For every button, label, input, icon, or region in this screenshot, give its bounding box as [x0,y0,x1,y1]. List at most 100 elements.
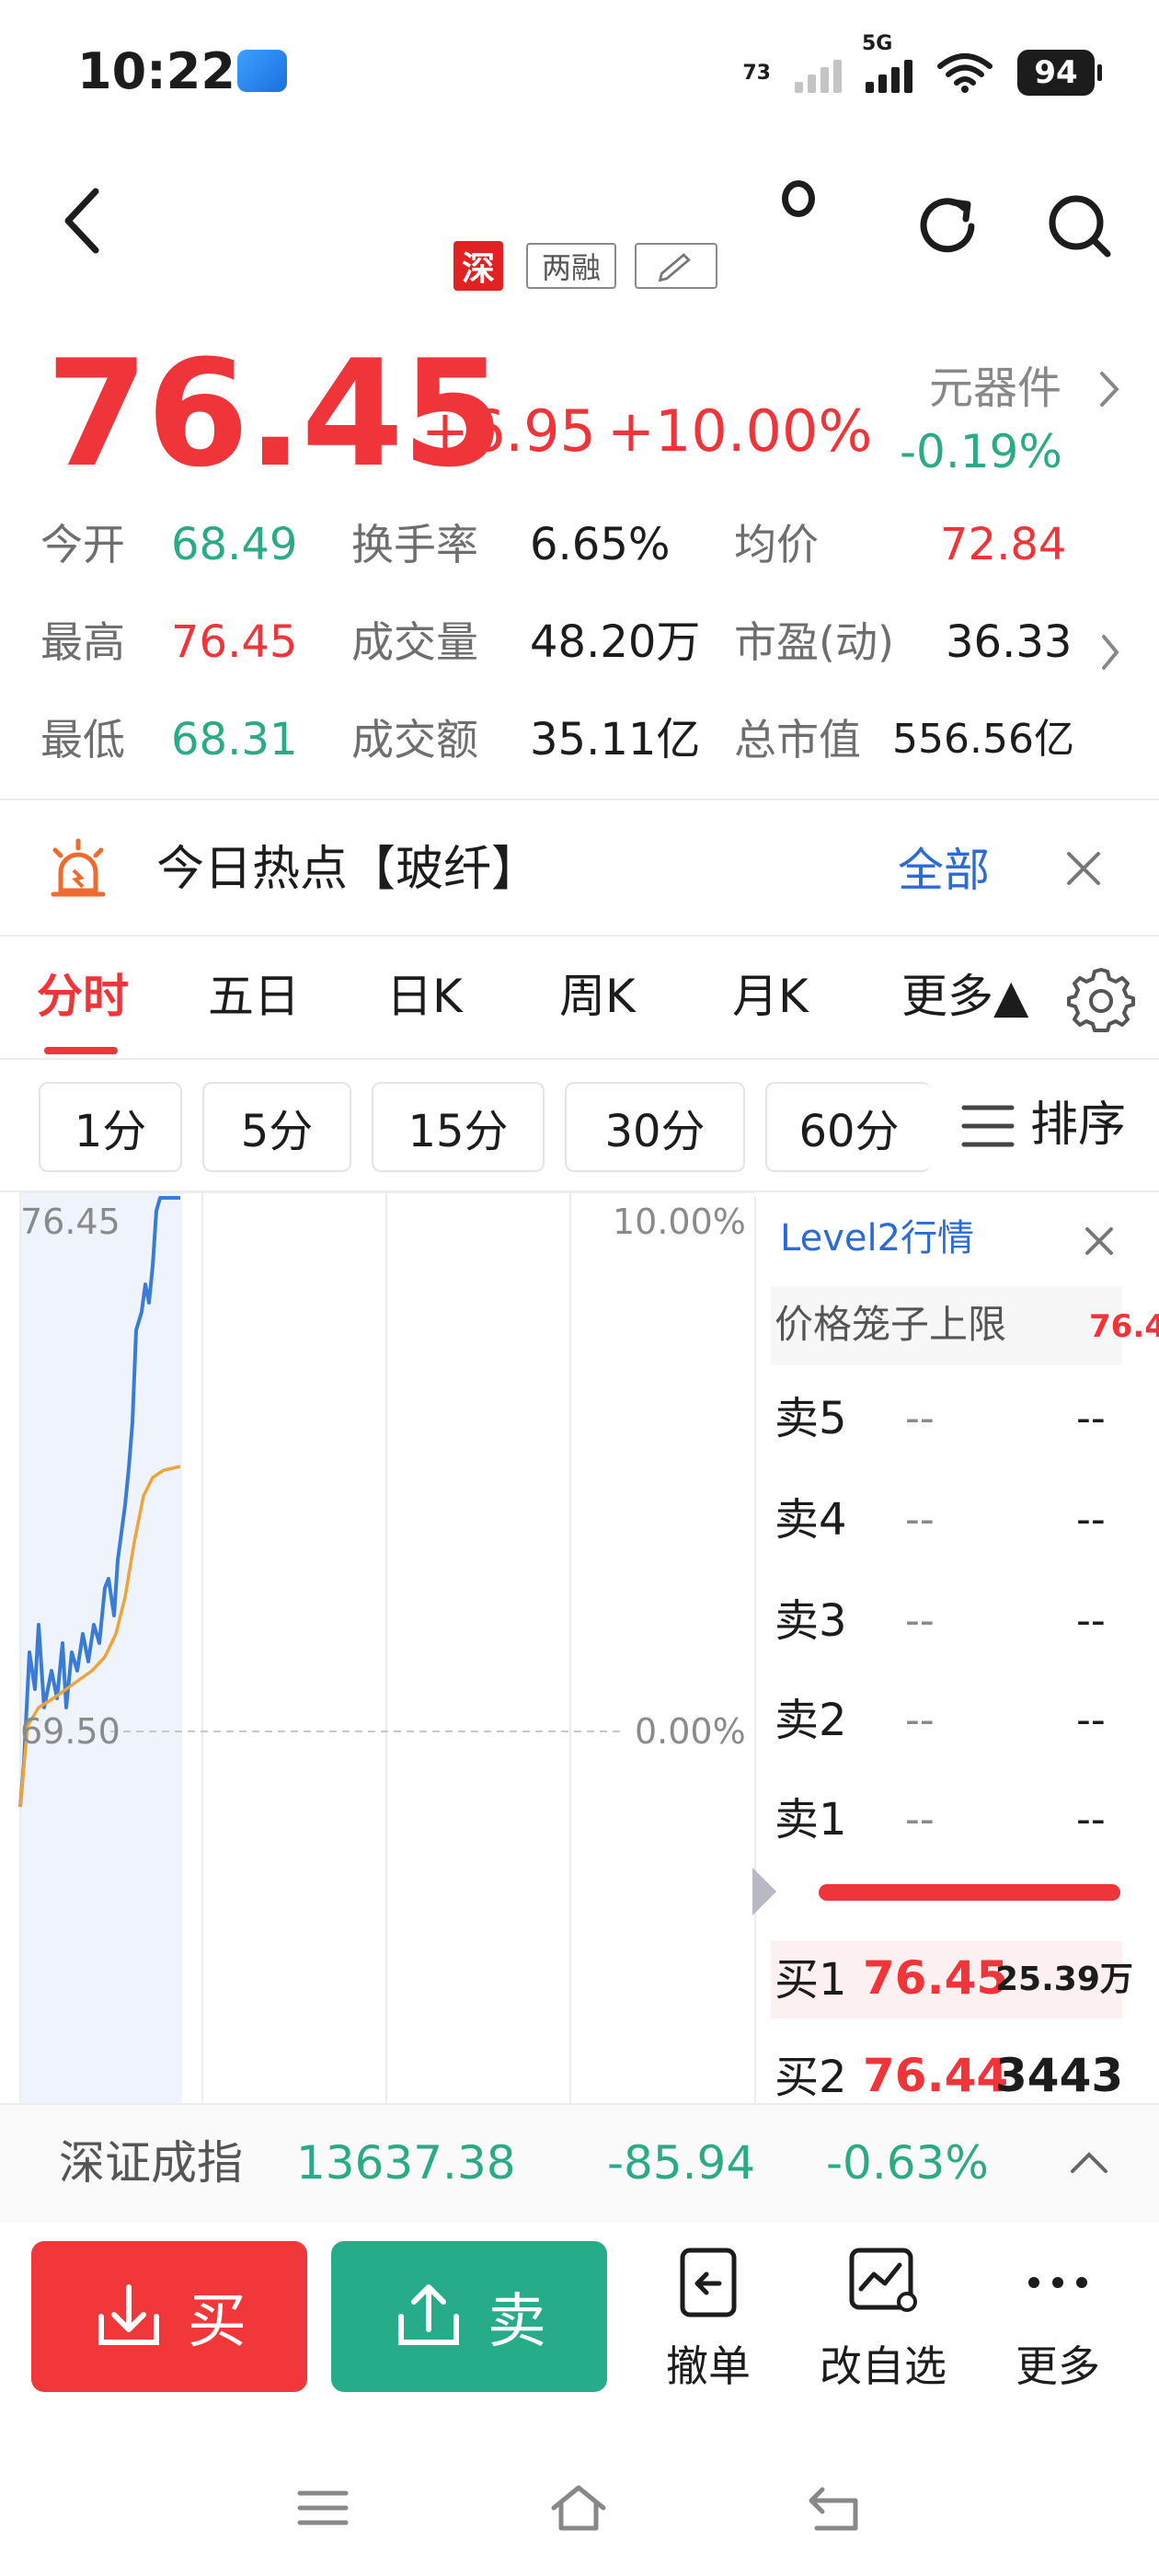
cancel-order-label: 撤单 [666,2341,751,2391]
ask-5-volume: -- [1076,1395,1106,1442]
back-icon[interactable] [55,184,110,258]
ask-3-price: -- [905,1597,935,1644]
ask-5-price: -- [905,1395,935,1442]
chart-axis-price-mid: 69.50 [20,1711,120,1752]
active-tab-indicator [44,1047,118,1054]
bid-2-price: 76.44 [863,2049,1009,2102]
header-indicator-icon [782,180,815,217]
more-dots-icon [1028,2277,1087,2288]
bid-2-volume: 3443 [995,2049,1124,2102]
avg-price-label: 均价 [734,520,819,569]
sort-button[interactable]: 排序 [1030,1095,1126,1156]
close-icon[interactable] [1084,1225,1115,1257]
interval-60min-button[interactable]: 60分 [765,1082,931,1172]
ask-2-price: -- [905,1696,935,1743]
bid-ask-ratio-bar [819,1884,1120,1901]
divider [0,1058,1159,1060]
interval-5min-button[interactable]: 5分 [202,1082,351,1172]
sell-arrow-icon [398,2284,459,2345]
index-value: 13637.38 [296,2136,516,2190]
menu-icon[interactable] [291,2480,355,2536]
chart-axis-percent-mid: 0.00% [635,1711,746,1752]
ask-1-label: 卖1 [775,1794,847,1846]
sell-label: 卖 [488,2288,546,2356]
buy-arrow-icon [98,2284,159,2345]
tab-monthly-k[interactable]: 月K [732,966,809,1027]
home-icon[interactable] [546,2480,611,2536]
market-badge: 深 [453,241,503,291]
ask-1-volume: -- [1076,1796,1106,1843]
price-cage-label: 价格笼子上限 [775,1302,1007,1347]
amount-label: 成交额 [351,715,478,765]
volume-value: 48.20万 [530,616,701,668]
buy-label: 买 [188,2288,247,2356]
more-actions-button[interactable]: 更多 [975,2241,1141,2398]
back-nav-icon[interactable] [804,2480,868,2536]
bid-2-label: 买2 [775,2052,847,2103]
sell-button[interactable]: 卖 [331,2241,607,2392]
turnover-value: 6.65% [530,519,671,570]
ask-2-volume: -- [1076,1696,1106,1743]
price-cage-value: 76.4 [1089,1308,1159,1345]
bid-1-volume: 25.39万 [995,1961,1133,1998]
order-book-title[interactable]: Level2行情 [780,1213,974,1264]
sector-change: -0.19% [900,425,1062,478]
index-change-percent: -0.63% [826,2136,989,2190]
open-value: 68.49 [171,519,298,570]
tab-five-day[interactable]: 五日 [208,966,300,1027]
hot-topic-all-link[interactable]: 全部 [898,841,990,900]
status-indicators: 73 5G 94 [742,32,1102,105]
ask-3-label: 卖3 [775,1595,847,1647]
open-label: 今开 [40,520,125,569]
tab-intraday[interactable]: 分时 [37,966,129,1027]
order-book-toggle-icon[interactable] [752,1868,776,1915]
gear-icon[interactable] [1067,964,1135,1032]
ask-4-price: -- [905,1496,935,1543]
interval-15min-button[interactable]: 15分 [372,1082,545,1172]
cancel-order-icon [680,2248,737,2317]
divider [0,935,1159,937]
interval-30min-button[interactable]: 30分 [565,1082,745,1172]
sector-link[interactable]: 元器件 [929,361,1061,416]
edit-watchlist-icon [849,2248,917,2312]
chevron-right-icon[interactable] [1095,368,1122,410]
buy-button[interactable]: 买 [31,2241,307,2392]
signal-sim1-icon [795,52,842,93]
search-icon[interactable] [1043,190,1117,263]
divider [0,799,1159,800]
price-change: +6.95 [421,397,596,465]
bid-1-label: 买1 [775,1954,847,2006]
hot-topic-title[interactable]: 今日热点【玻纤】 [156,839,539,900]
chart-axis-percent-top: 10.00% [613,1202,746,1242]
tab-weekly-k[interactable]: 周K [559,966,636,1027]
intraday-chart[interactable] [0,1192,754,2103]
sort-list-icon[interactable] [960,1100,1016,1152]
stats-expand-chevron-icon[interactable] [1098,631,1122,673]
tab-more[interactable]: 更多▲ [901,966,1028,1027]
wifi-icon [937,53,993,93]
refresh-icon[interactable] [911,190,984,263]
bid-1-price: 76.45 [863,1951,1009,2005]
edit-watchlist-label: 改自选 [820,2341,947,2391]
battery-icon: 94 [1017,50,1102,96]
close-icon[interactable] [1063,848,1104,889]
interval-1min-button[interactable]: 1分 [39,1082,182,1172]
edit-watchlist-button[interactable]: 改自选 [800,2241,966,2398]
market-cap-value: 556.56亿 [892,716,1074,763]
chevron-up-icon[interactable] [1067,2144,1111,2180]
ask-2-label: 卖2 [775,1695,847,1746]
index-name: 深证成指 [59,2136,243,2190]
chart-axis-price-top: 76.45 [20,1202,120,1242]
pe-value: 36.33 [946,616,1073,668]
market-cap-label: 总市值 [734,715,861,765]
signal-sim2-icon: 5G [862,32,912,93]
ask-1-price: -- [905,1796,935,1843]
cancel-order-button[interactable]: 撤单 [625,2241,791,2398]
tab-daily-k[interactable]: 日K [386,966,463,1027]
status-time: 10:22 [77,42,235,100]
edit-note-icon[interactable] [635,243,717,289]
low-label: 最低 [40,715,125,765]
status-bar: 10:22 73 5G 94 [0,0,1159,147]
price-change-percent: +10.00% [607,397,873,465]
ask-5-label: 卖5 [775,1393,847,1444]
